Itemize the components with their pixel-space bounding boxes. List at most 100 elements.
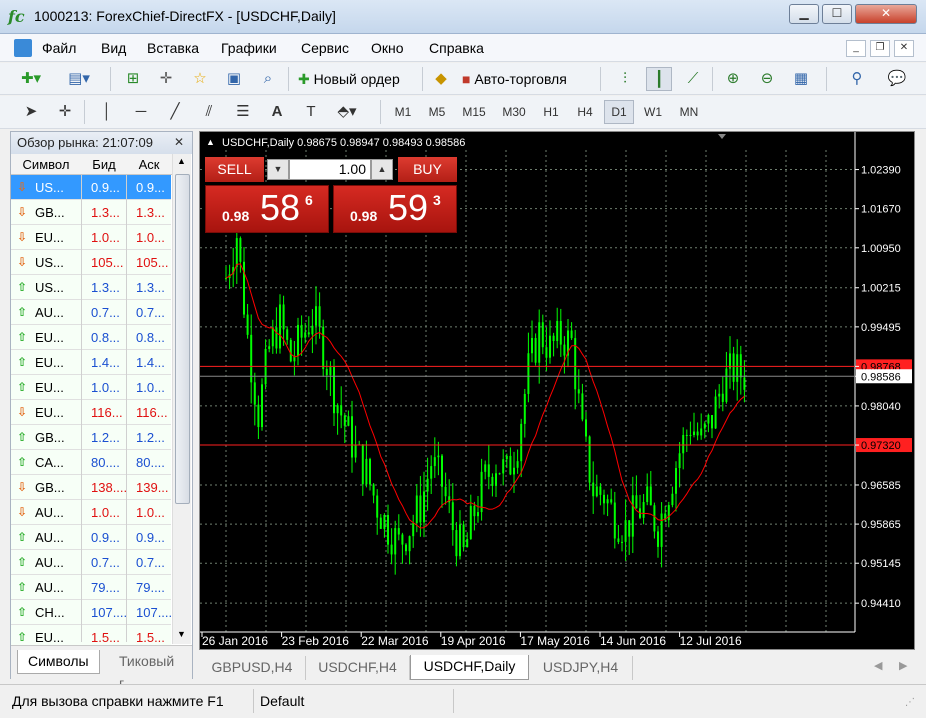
terminal-icon[interactable]: ▣: [221, 67, 247, 91]
menu-help[interactable]: Справка: [429, 40, 484, 56]
minimize-icon[interactable]: ▁: [789, 4, 819, 24]
timeframe-w1[interactable]: W1: [638, 100, 668, 124]
mdi-close-icon[interactable]: ✕: [894, 40, 914, 57]
row-symbol: EU...: [35, 230, 64, 245]
timeframe-m5[interactable]: M5: [422, 100, 452, 124]
resize-grip-icon[interactable]: ⋰: [905, 697, 915, 708]
market-watch-row[interactable]: ⇩ EU... 1.0... 1.0...: [11, 225, 171, 250]
timeframe-h1[interactable]: H1: [536, 100, 566, 124]
market-watch-icon[interactable]: ⊞: [120, 67, 146, 91]
text-icon[interactable]: A: [264, 100, 290, 124]
col-bid[interactable]: Бид: [81, 154, 127, 175]
chart-tab-gbpusd-h4[interactable]: GBPUSD,H4: [199, 656, 306, 680]
scroll-thumb[interactable]: [175, 174, 190, 504]
line-chart-icon[interactable]: ⟋: [680, 67, 706, 91]
timeframe-m15[interactable]: M15: [456, 100, 492, 124]
market-watch-row[interactable]: ⇧ GB... 1.2... 1.2...: [11, 425, 171, 450]
menu-tools[interactable]: Сервис: [301, 40, 349, 56]
search-icon[interactable]: ⚲: [844, 67, 870, 91]
market-watch-row[interactable]: ⇩ GB... 1.3... 1.3...: [11, 200, 171, 225]
timeframe-m1[interactable]: M1: [388, 100, 418, 124]
volume-increase-icon[interactable]: ▲: [371, 159, 393, 180]
chart-tab-usdjpy-h4[interactable]: USDJPY,H4: [529, 656, 633, 680]
chart-window[interactable]: 1.02390 1.01670 1.00950 1.00215 0.99495 0.987…: [199, 131, 915, 650]
market-watch-row[interactable]: ⇧ EU... 1.4... 1.4...: [11, 350, 171, 375]
new-chart-icon[interactable]: ✚▾: [18, 67, 44, 91]
tile-windows-icon[interactable]: ▦: [788, 67, 814, 91]
candlestick-icon[interactable]: ┃: [646, 67, 672, 91]
crosshair-icon[interactable]: ✛: [153, 67, 179, 91]
tab-scroll-left-icon[interactable]: ◀: [874, 659, 882, 672]
close-icon[interactable]: ✕: [855, 4, 917, 24]
trendline-icon[interactable]: ╱: [162, 100, 188, 124]
market-watch-row[interactable]: ⇩ GB... 138.... 139...: [11, 475, 171, 500]
market-watch-row[interactable]: ⇧ EU... 0.8... 0.8...: [11, 325, 171, 350]
crosshair-tool-icon[interactable]: ✛: [52, 100, 78, 124]
date-label: 12 Jul 2016: [680, 634, 742, 648]
market-watch-row[interactable]: ⇧ EU... 1.5... 1.5...: [11, 625, 171, 645]
timeframe-m30[interactable]: M30: [496, 100, 532, 124]
chat-icon[interactable]: 💬: [884, 67, 910, 91]
favorites-icon[interactable]: ☆: [187, 67, 213, 91]
tab-symbols[interactable]: Символы: [17, 650, 100, 674]
channel-icon[interactable]: ⫽: [196, 100, 222, 124]
metaeditor-icon[interactable]: ◆: [428, 67, 454, 91]
market-watch-row[interactable]: ⇧ AU... 0.7... 0.7...: [11, 550, 171, 575]
mdi-restore-icon[interactable]: ❐: [870, 40, 890, 57]
market-watch-row[interactable]: ⇧ US... 1.3... 1.3...: [11, 275, 171, 300]
menu-window[interactable]: Окно: [371, 40, 404, 56]
mdi-minimize-icon[interactable]: _: [846, 40, 866, 57]
market-watch-row[interactable]: ⇩ EU... 116... 116...: [11, 400, 171, 425]
auto-trading-button[interactable]: ■ Авто-торговля: [462, 67, 567, 91]
market-watch-row[interactable]: ⇧ EU... 1.0... 1.0...: [11, 375, 171, 400]
market-watch-row[interactable]: ⇧ AU... 79.... 79....: [11, 575, 171, 600]
horizontal-line-icon[interactable]: ─: [128, 100, 154, 124]
buy-price-box[interactable]: 0.98 59 3: [333, 185, 457, 233]
panel-close-icon[interactable]: ✕: [174, 135, 184, 149]
timeframe-h4[interactable]: H4: [570, 100, 600, 124]
market-watch-row[interactable]: ⇧ CH... 107.... 107....: [11, 600, 172, 625]
shapes-icon[interactable]: ⬘▾: [334, 100, 360, 124]
market-watch-row[interactable]: ⇩ US... 105... 105...: [11, 250, 171, 275]
profiles-icon[interactable]: ▤▾: [66, 67, 92, 91]
market-watch-row[interactable]: ⇧ AU... 0.7... 0.7...: [11, 300, 171, 325]
bar-chart-icon[interactable]: ⫶: [612, 67, 638, 91]
menu-file[interactable]: Файл: [42, 40, 76, 56]
timeframe-d1[interactable]: D1: [604, 100, 634, 124]
chart-collapse-icon[interactable]: ▲: [206, 137, 215, 147]
candle-body: [307, 332, 310, 335]
market-watch-row[interactable]: ⇩ AU... 1.0... 1.0...: [11, 500, 171, 525]
strategy-tester-icon[interactable]: ⌕: [255, 67, 281, 91]
market-watch-scrollbar[interactable]: ▲ ▼: [172, 154, 191, 644]
timeframe-mn[interactable]: MN: [672, 100, 706, 124]
market-watch-row[interactable]: ⇩ US... 0.9... 0.9...: [11, 175, 171, 200]
zoom-out-icon[interactable]: ⊖: [754, 67, 780, 91]
tab-scroll-right-icon[interactable]: ▶: [899, 659, 907, 672]
market-watch-row[interactable]: ⇧ CA... 80.... 80....: [11, 450, 171, 475]
maximize-icon[interactable]: ☐: [822, 4, 852, 24]
menu-insert[interactable]: Вставка: [147, 40, 199, 56]
new-order-button[interactable]: ✚ Новый ордер: [298, 67, 400, 91]
tab-tick-chart[interactable]: Тиковый г: [109, 650, 192, 691]
market-watch-row[interactable]: ⇧ AU... 0.9... 0.9...: [11, 525, 171, 550]
chart-tab-usdchf-daily[interactable]: USDCHF,Daily: [410, 655, 529, 680]
zoom-in-icon[interactable]: ⊕: [720, 67, 746, 91]
volume-input[interactable]: 1.00: [289, 159, 371, 180]
cursor-icon[interactable]: ➤: [18, 100, 44, 124]
fibonacci-icon[interactable]: ☰: [230, 100, 256, 124]
chart-tab-usdchf-h4[interactable]: USDCHF,H4: [306, 656, 410, 680]
scroll-down-icon[interactable]: ▼: [177, 629, 186, 639]
row-bid: 1.0...: [91, 505, 120, 520]
candle-body: [325, 369, 328, 376]
menu-view[interactable]: Вид: [101, 40, 126, 56]
scroll-up-icon[interactable]: ▲: [177, 156, 186, 166]
col-symbol[interactable]: Символ: [11, 154, 81, 175]
buy-button[interactable]: BUY: [398, 157, 457, 182]
volume-decrease-icon[interactable]: ▼: [267, 159, 289, 180]
menu-charts[interactable]: Графики: [221, 40, 277, 56]
sell-button[interactable]: SELL: [205, 157, 264, 182]
sell-price-box[interactable]: 0.98 58 6: [205, 185, 329, 233]
vertical-line-icon[interactable]: │: [94, 100, 120, 124]
col-ask[interactable]: Аск: [127, 154, 171, 175]
text-label-icon[interactable]: T: [298, 100, 324, 124]
